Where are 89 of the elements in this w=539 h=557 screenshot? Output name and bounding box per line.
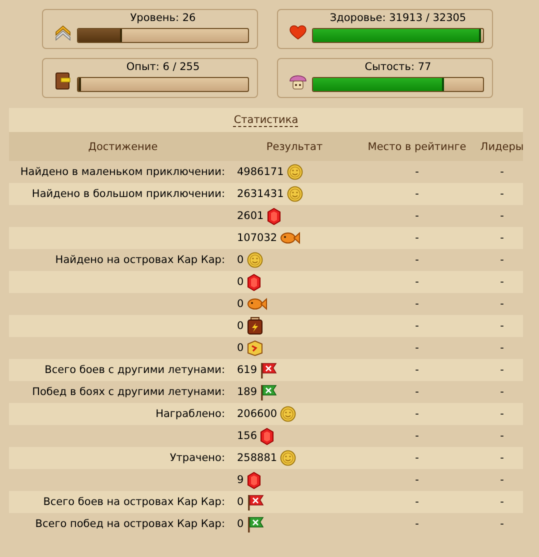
rank-value: -: [414, 474, 420, 486]
rank-value: -: [414, 232, 420, 244]
fish-icon: [246, 297, 267, 311]
result-value: 189: [237, 386, 258, 398]
leaders-value: -: [499, 408, 505, 420]
coin-icon: [286, 186, 303, 202]
column-header: Лидеры: [482, 140, 522, 152]
achievement-label: Побед в боях с другими летунами:: [32, 386, 225, 398]
result-value: 0: [237, 496, 244, 508]
result-value: 2631431: [237, 188, 284, 200]
flag-icon: [246, 494, 264, 510]
result-value: 9: [237, 474, 244, 486]
leaders-value: -: [499, 210, 505, 222]
result-value: 0: [237, 342, 244, 354]
stat-label: Здоровье: 31913 / 32305: [330, 12, 466, 25]
rank-value: -: [414, 342, 420, 354]
gem-icon: [266, 208, 281, 224]
achievement-label: Найдено на островах Кар Кар:: [55, 254, 225, 266]
result-value: 2601: [237, 210, 264, 222]
table-title[interactable]: Статистика: [234, 114, 298, 126]
flag-icon: [260, 362, 278, 378]
column-header: Результат: [265, 140, 324, 152]
rank-value: -: [414, 276, 420, 288]
leaders-value: -: [499, 474, 505, 486]
fish-icon: [280, 231, 300, 245]
leaders-value: -: [499, 496, 505, 508]
leaders-value: -: [499, 232, 505, 244]
rank-value: -: [414, 254, 420, 266]
jar-icon: [246, 317, 263, 335]
rank-value: -: [414, 210, 420, 222]
leaders-value: -: [499, 166, 505, 178]
leaders-value: -: [499, 364, 505, 376]
column-header: Достижение: [87, 140, 159, 152]
achievement-label: Всего боев на островах Кар Кар:: [43, 496, 225, 508]
rank-value: -: [414, 386, 420, 398]
result-value: 0: [237, 298, 244, 310]
box-icon: [246, 340, 263, 356]
result-value: 0: [237, 276, 244, 288]
flag-icon: [260, 384, 278, 400]
achievement-label: Всего побед на островах Кар Кар:: [35, 518, 225, 530]
leaders-value: -: [499, 452, 505, 464]
coin-icon: [286, 164, 303, 180]
rank-value: -: [414, 298, 420, 310]
achievement-label: Найдено в большом приключении:: [32, 188, 225, 200]
book-icon: [55, 72, 71, 90]
result-value: 0: [237, 518, 244, 530]
gem-icon: [246, 274, 261, 290]
leaders-value: -: [499, 188, 505, 200]
stat-label: Сытость: 77: [364, 61, 432, 74]
stat-label: Опыт: 6 / 255: [126, 61, 200, 74]
coin-icon: [280, 406, 296, 422]
column-header: Место в рейтинге: [366, 140, 468, 152]
rank-value: -: [414, 188, 420, 200]
leaders-value: -: [499, 298, 505, 310]
result-value: 0: [237, 320, 244, 332]
result-value: 206600: [237, 408, 278, 420]
result-value: 4986171: [237, 166, 284, 178]
rank-value: -: [414, 166, 420, 178]
coin-icon: [280, 450, 296, 466]
achievement-label: Всего боев с другими летунами:: [44, 364, 225, 376]
leaders-value: -: [499, 342, 505, 354]
rank-value: -: [414, 452, 420, 464]
gem-icon: [246, 472, 261, 488]
achievement-label: Утрачено:: [170, 452, 225, 464]
result-value: 619: [237, 364, 258, 376]
rank-value: -: [414, 364, 420, 376]
rank-value: -: [414, 496, 420, 508]
achievement-label: Награблено:: [156, 408, 225, 420]
result-value: 107032: [237, 232, 278, 244]
leaders-value: -: [499, 320, 505, 332]
result-value: 0: [237, 254, 244, 266]
flag-icon: [246, 516, 264, 532]
leaders-value: -: [499, 430, 505, 442]
chevron-icon: [54, 23, 72, 41]
stat-label: Уровень: 26: [130, 12, 196, 25]
coin-icon: [246, 252, 263, 268]
result-value: 258881: [237, 452, 278, 464]
heart-icon: [289, 24, 307, 40]
leaders-value: -: [499, 518, 505, 530]
achievement-label: Найдено в маленьком приключении:: [20, 166, 225, 178]
leaders-value: -: [499, 386, 505, 398]
result-value: 156: [237, 430, 258, 442]
leaders-value: -: [499, 254, 505, 266]
leaders-value: -: [499, 276, 505, 288]
rank-value: -: [414, 408, 420, 420]
gem-icon: [260, 428, 274, 444]
rank-value: -: [414, 518, 420, 530]
rank-value: -: [414, 430, 420, 442]
rank-value: -: [414, 320, 420, 332]
